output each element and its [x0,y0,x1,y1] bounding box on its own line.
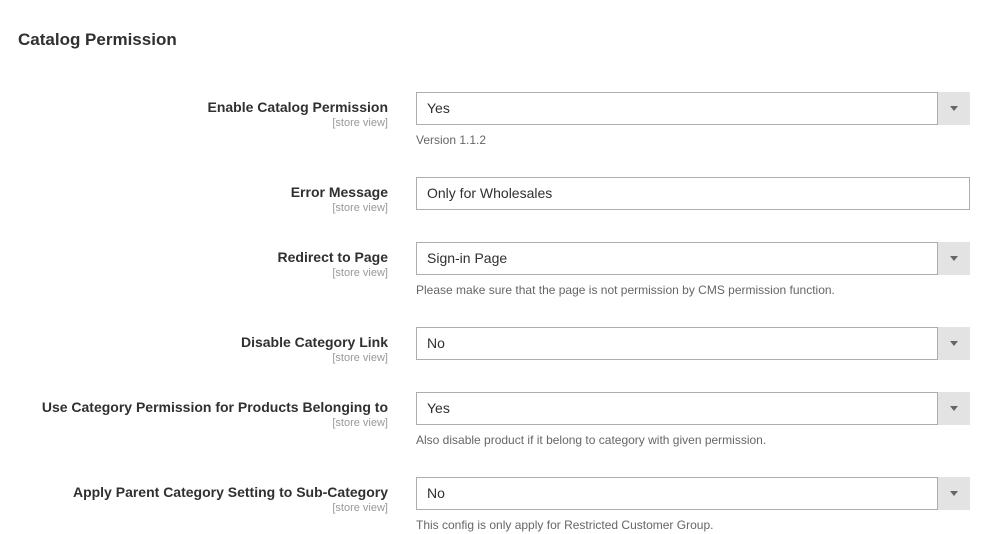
disable-category-link-select[interactable]: No [416,327,970,360]
select-value: Yes [416,392,970,425]
field-scope: [store view] [18,417,388,429]
redirect-select[interactable]: Sign-in Page [416,242,970,275]
apply-parent-select[interactable]: No [416,477,970,510]
select-value: No [416,477,970,510]
control-col: No [416,327,970,360]
label-col: Error Message [store view] [18,177,416,214]
control-col: Sign-in Page Please make sure that the p… [416,242,970,299]
control-col [416,177,970,210]
field-scope: [store view] [18,267,388,279]
control-col: Yes Also disable product if it belong to… [416,392,970,449]
enable-select[interactable]: Yes [416,92,970,125]
field-label: Disable Category Link [18,333,388,351]
control-col: No This config is only apply for Restric… [416,477,970,534]
label-col: Enable Catalog Permission [store view] [18,92,416,129]
field-label: Error Message [18,183,388,201]
field-scope: [store view] [18,352,388,364]
field-note: This config is only apply for Restricted… [416,517,970,534]
use-category-permission-select[interactable]: Yes [416,392,970,425]
field-scope: [store view] [18,502,388,514]
select-value: No [416,327,970,360]
field-note: Please make sure that the page is not pe… [416,282,970,299]
field-redirect-to-page: Redirect to Page [store view] Sign-in Pa… [18,242,978,299]
label-col: Disable Category Link [store view] [18,327,416,364]
field-enable-catalog-permission: Enable Catalog Permission [store view] Y… [18,92,978,149]
field-label: Enable Catalog Permission [18,98,388,116]
section-title: Catalog Permission [18,30,978,50]
error-message-input[interactable] [416,177,970,210]
field-note: Also disable product if it belong to cat… [416,432,970,449]
field-label: Use Category Permission for Products Bel… [18,398,388,416]
label-col: Use Category Permission for Products Bel… [18,392,416,429]
field-note: Version 1.1.2 [416,132,970,149]
select-value: Yes [416,92,970,125]
label-col: Apply Parent Category Setting to Sub-Cat… [18,477,416,514]
field-label: Redirect to Page [18,248,388,266]
label-col: Redirect to Page [store view] [18,242,416,279]
field-label: Apply Parent Category Setting to Sub-Cat… [18,483,388,501]
field-use-category-permission: Use Category Permission for Products Bel… [18,392,978,449]
field-disable-category-link: Disable Category Link [store view] No [18,327,978,364]
field-error-message: Error Message [store view] [18,177,978,214]
field-apply-parent-category: Apply Parent Category Setting to Sub-Cat… [18,477,978,534]
control-col: Yes Version 1.1.2 [416,92,970,149]
field-scope: [store view] [18,202,388,214]
select-value: Sign-in Page [416,242,970,275]
field-scope: [store view] [18,117,388,129]
